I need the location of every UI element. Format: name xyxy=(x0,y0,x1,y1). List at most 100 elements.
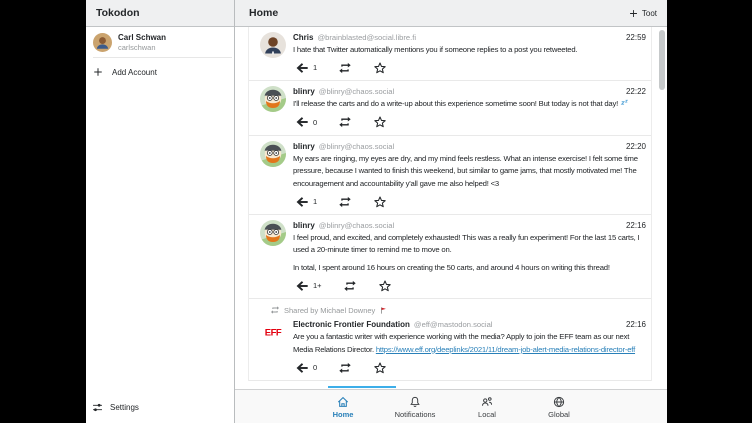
author-handle[interactable]: @blinry@chaos.social xyxy=(319,86,622,97)
globe-icon xyxy=(552,395,566,409)
toot-list: Chris@brainblasted@social.libre.fi22:59I… xyxy=(248,27,652,381)
reply-button[interactable]: 0 xyxy=(295,115,317,129)
favourite-button[interactable] xyxy=(378,279,392,293)
nav-item-global[interactable]: Global xyxy=(536,395,582,419)
reply-count: 0 xyxy=(313,118,317,127)
timestamp: 22:22 xyxy=(626,86,646,97)
toot-button-label: Toot xyxy=(642,9,657,18)
reply-arrow-icon xyxy=(295,361,309,375)
post-link[interactable]: https://www.eff.org/deeplinks/2021/11/dr… xyxy=(376,345,635,354)
nav-item-local[interactable]: Local xyxy=(464,395,510,419)
author-handle[interactable]: @blinry@chaos.social xyxy=(319,141,622,152)
author-avatar[interactable] xyxy=(260,141,286,167)
author-avatar[interactable] xyxy=(260,220,286,246)
star-icon xyxy=(373,115,387,129)
timeline[interactable]: Chris@brainblasted@social.libre.fi22:59I… xyxy=(235,27,667,389)
timeline-header: Home Toot xyxy=(235,0,667,27)
shared-by-label: Shared by Michael Downey xyxy=(284,306,375,315)
boost-icon xyxy=(338,115,352,129)
app-title: Tokodon xyxy=(96,7,140,19)
reply-arrow-icon xyxy=(295,115,309,129)
boost-button[interactable] xyxy=(343,279,357,293)
author-name[interactable]: Electronic Frontier Foundation xyxy=(293,319,410,330)
account-row[interactable]: Carl Schwan carlschwan xyxy=(86,27,234,57)
reply-button[interactable]: 1 xyxy=(295,195,317,209)
nav-label: Local xyxy=(478,410,496,419)
star-icon xyxy=(378,279,392,293)
reply-arrow-icon xyxy=(295,61,309,75)
sidebar: Tokodon Carl Schwan carlschwan Add Accou… xyxy=(86,0,235,423)
red-flag-emoji xyxy=(379,306,388,315)
toot-content: I feel proud, and excited, and completel… xyxy=(293,232,646,274)
timestamp: 22:59 xyxy=(626,32,646,43)
reply-count: 0 xyxy=(313,363,317,372)
author-handle[interactable]: @blinry@chaos.social xyxy=(319,220,622,231)
favourite-button[interactable] xyxy=(373,195,387,209)
star-icon xyxy=(373,61,387,75)
toot-content: Are you a fantastic writer with experien… xyxy=(293,331,646,356)
plus-icon xyxy=(628,8,639,19)
sleep-zzz-emoji xyxy=(620,99,629,108)
nav-label: Notifications xyxy=(395,410,436,419)
settings-label: Settings xyxy=(110,403,139,412)
toot[interactable]: blinry @blinry@chaos.social 22:16I feel pr… xyxy=(249,215,651,299)
toot-content: I'll release the carts and do a write-up… xyxy=(293,98,646,110)
toot-content: I hate that Twitter automatically mentio… xyxy=(293,44,646,56)
nav-item-home[interactable]: Home xyxy=(320,395,366,419)
star-icon xyxy=(373,195,387,209)
tokodon-window: Tokodon Carl Schwan carlschwan Add Accou… xyxy=(86,0,667,423)
author-avatar[interactable]: EFF xyxy=(260,319,286,345)
account-avatar[interactable] xyxy=(93,33,112,52)
author-handle[interactable]: @eff@mastodon.social xyxy=(414,319,622,330)
reply-button[interactable]: 0 xyxy=(295,361,317,375)
reply-arrow-icon xyxy=(295,195,309,209)
toot[interactable]: blinry@blinry@chaos.social22:20My ears a… xyxy=(249,136,651,215)
boost-button[interactable] xyxy=(338,361,352,375)
toot[interactable]: blinry @blinry@chaos.social 22:22I'll rele… xyxy=(249,81,651,135)
add-account-label: Add Account xyxy=(112,68,157,77)
author-name[interactable]: blinry xyxy=(293,86,315,97)
add-account-button[interactable]: Add Account xyxy=(86,58,234,86)
favourite-button[interactable] xyxy=(373,61,387,75)
shared-by-row: Shared by Michael Downey xyxy=(270,305,646,315)
nav-item-notifications[interactable]: Notifications xyxy=(392,395,438,419)
nav-label: Home xyxy=(333,410,354,419)
people-icon xyxy=(480,395,494,409)
sidebar-spacer xyxy=(86,86,234,395)
sidebar-header: Tokodon xyxy=(86,0,234,27)
author-name[interactable]: blinry xyxy=(293,220,315,231)
page-title: Home xyxy=(249,7,278,19)
account-handle: carlschwan xyxy=(118,43,166,52)
vertical-scrollbar[interactable] xyxy=(659,30,665,90)
author-handle[interactable]: @brainblasted@social.libre.fi xyxy=(317,32,622,43)
reply-button[interactable]: 1+ xyxy=(295,279,322,293)
author-avatar[interactable] xyxy=(260,32,286,58)
favourite-button[interactable] xyxy=(373,115,387,129)
author-name[interactable]: Chris xyxy=(293,32,313,43)
boost-button[interactable] xyxy=(338,115,352,129)
bottom-nav: Home Notifications Local Global xyxy=(235,389,667,423)
account-name: Carl Schwan xyxy=(118,33,166,42)
author-avatar[interactable] xyxy=(260,86,286,112)
toot[interactable]: Shared by Michael Downey EFF Electronic Fr… xyxy=(249,299,651,381)
star-icon xyxy=(373,361,387,375)
reply-count: 1 xyxy=(313,197,317,206)
main-pane: Home Toot Chris @brainblasted@social.libr… xyxy=(235,0,667,423)
toot[interactable]: Chris @brainblasted@social.libre.fi 22:59I… xyxy=(249,27,651,81)
boost-button[interactable] xyxy=(338,195,352,209)
bell-icon xyxy=(408,395,422,409)
boost-icon xyxy=(343,279,357,293)
boost-icon xyxy=(338,195,352,209)
boost-button[interactable] xyxy=(338,61,352,75)
loading-indicator xyxy=(328,386,396,388)
timestamp: 22:20 xyxy=(626,141,646,152)
reply-button[interactable]: 1 xyxy=(295,61,317,75)
toot-button[interactable]: Toot xyxy=(628,8,657,19)
author-name[interactable]: blinry xyxy=(293,141,315,152)
boost-icon xyxy=(270,305,280,315)
reply-count: 1+ xyxy=(313,281,322,290)
settings-button[interactable]: Settings xyxy=(86,395,234,423)
home-icon xyxy=(336,395,350,409)
timestamp: 22:16 xyxy=(626,220,646,231)
favourite-button[interactable] xyxy=(373,361,387,375)
